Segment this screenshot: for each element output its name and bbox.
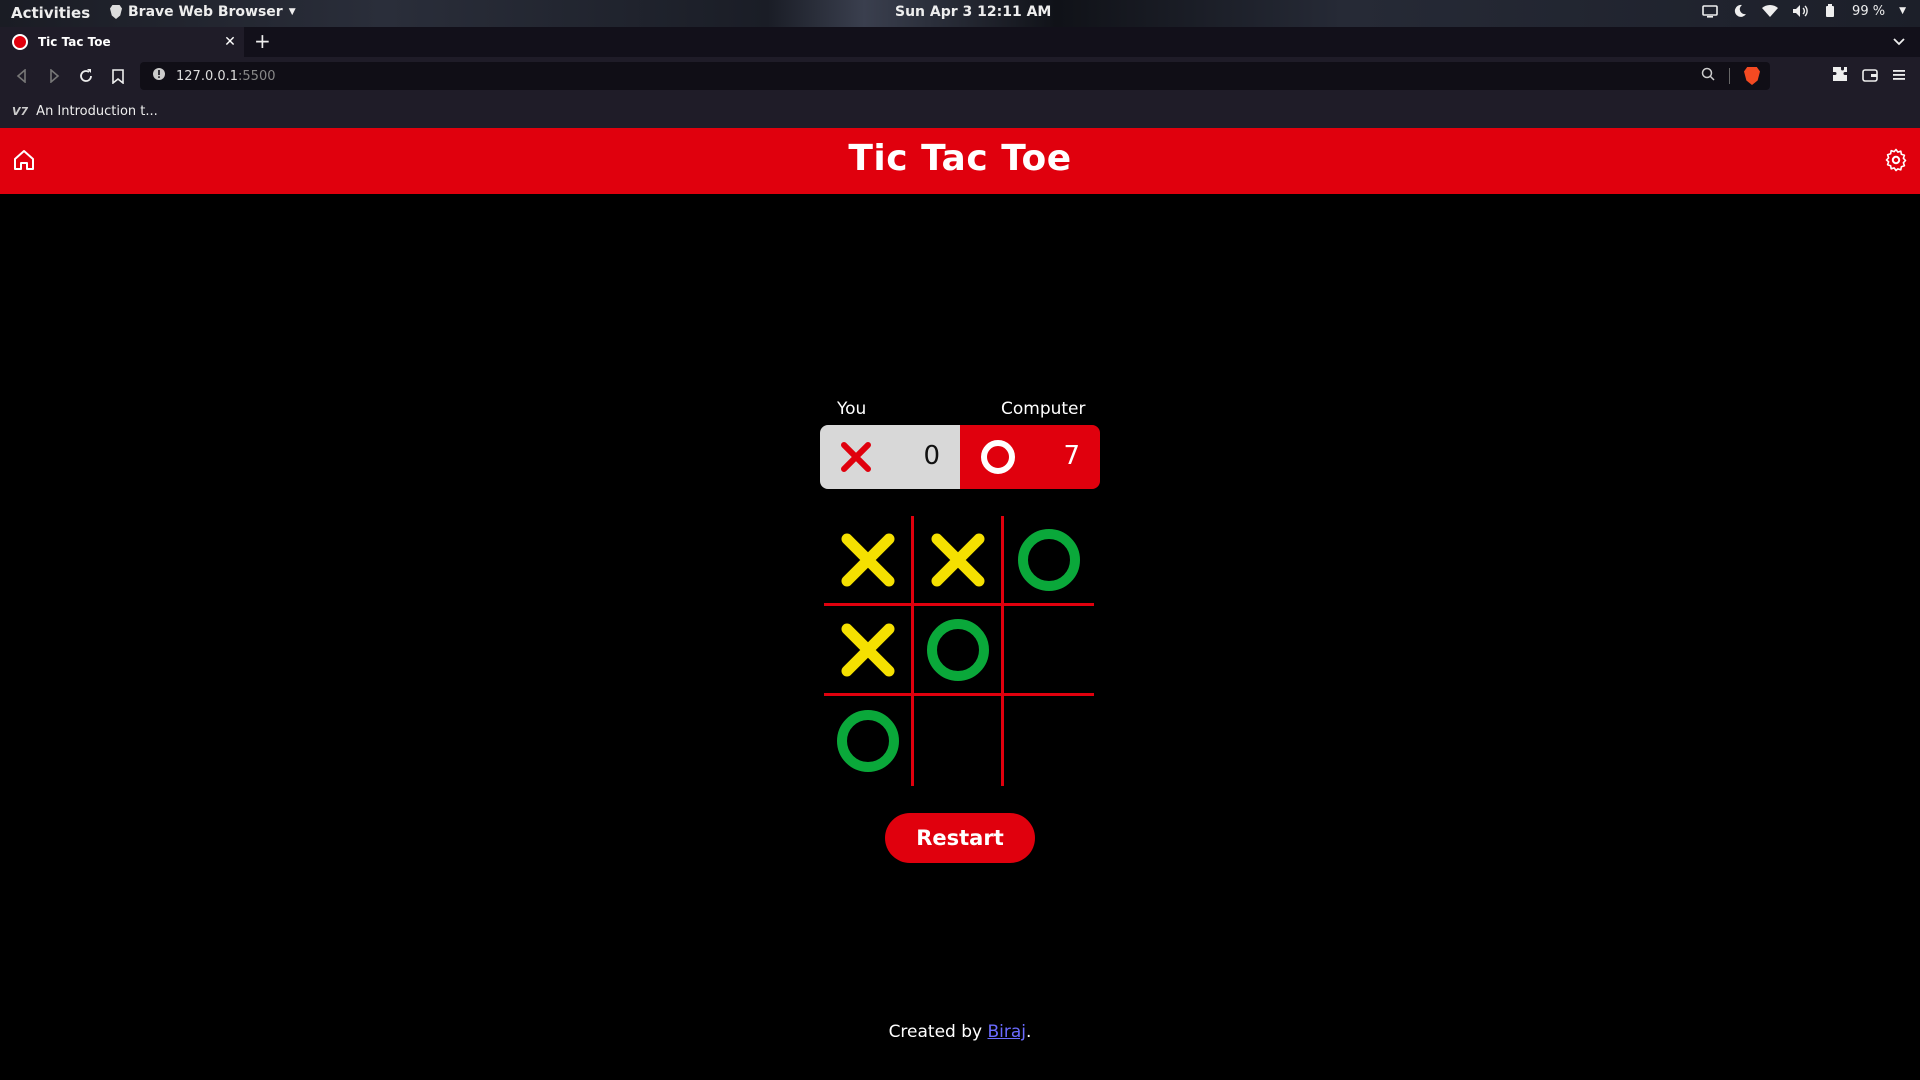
bookmark-item[interactable]: V7 An Introduction t...: [12, 104, 158, 119]
score-computer-panel: 7: [960, 425, 1100, 489]
page-content: Tic Tac Toe You Computer 0 7 Restart Cre: [0, 128, 1920, 1080]
chevron-down-icon: ▼: [288, 7, 296, 17]
footer: Created by Biraj.: [0, 1022, 1920, 1042]
board-cell[interactable]: [914, 516, 1004, 606]
bookmark-label: An Introduction t...: [36, 104, 158, 119]
system-top-bar: Activities Brave Web Browser ▼ Sun Apr 3…: [0, 0, 1920, 27]
board-cell[interactable]: [824, 606, 914, 696]
reload-icon[interactable]: [76, 66, 96, 86]
night-light-icon: [1732, 3, 1748, 19]
site-info-icon[interactable]: [152, 67, 166, 85]
board-cell[interactable]: [824, 696, 914, 786]
extensions-icon[interactable]: [1832, 66, 1848, 86]
x-mark-icon: [841, 533, 894, 586]
footer-prefix: Created by: [888, 1022, 988, 1042]
x-mark-icon: [931, 533, 984, 586]
author-link[interactable]: Biraj: [988, 1022, 1027, 1042]
label-computer: Computer: [1001, 399, 1086, 419]
address-bar[interactable]: 127.0.0.1:5500: [140, 62, 1770, 90]
url-text: 127.0.0.1:5500: [176, 68, 276, 84]
gear-icon[interactable]: [1884, 148, 1908, 172]
board-cell[interactable]: [1004, 696, 1094, 786]
favicon-icon: [12, 34, 28, 50]
x-mark-icon: [841, 623, 894, 676]
activities-button[interactable]: Activities: [11, 4, 90, 22]
board-cell[interactable]: [824, 516, 914, 606]
score-you: 0: [923, 441, 940, 471]
tab-tic-tac-toe[interactable]: Tic Tac Toe ✕: [0, 27, 244, 57]
app-menu-label: Brave Web Browser: [128, 4, 283, 20]
v7-favicon-icon: V7: [12, 105, 29, 118]
battery-icon: [1822, 3, 1838, 19]
o-mark-icon: [1018, 528, 1080, 591]
battery-percentage: 99 %: [1852, 3, 1886, 19]
app-menu[interactable]: Brave Web Browser ▼: [110, 4, 296, 20]
new-tab-button[interactable]: +: [254, 31, 271, 51]
browser-toolbar: 127.0.0.1:5500: [0, 57, 1920, 95]
o-icon: [980, 439, 1016, 479]
bookmark-icon[interactable]: [108, 66, 128, 86]
label-you: You: [837, 399, 867, 419]
o-mark-icon: [836, 710, 899, 772]
chevron-down-icon: ▼: [1899, 6, 1906, 16]
board-cell[interactable]: [914, 606, 1004, 696]
divider: [1729, 68, 1730, 84]
clock[interactable]: Sun Apr 3 12:11 AM: [895, 4, 1051, 20]
brave-shields-icon[interactable]: [1744, 67, 1760, 85]
app-header: Tic Tac Toe: [0, 128, 1920, 194]
wallet-icon[interactable]: [1862, 67, 1878, 86]
page-title: Tic Tac Toe: [848, 138, 1072, 179]
board-cell[interactable]: [914, 696, 1004, 786]
brave-icon: [110, 5, 122, 19]
o-mark-icon: [926, 618, 989, 681]
wifi-icon: [1762, 3, 1779, 19]
restart-button[interactable]: Restart: [885, 813, 1035, 863]
game-board: [824, 516, 1096, 786]
bookmarks-bar: V7 An Introduction t...: [0, 95, 1920, 128]
forward-icon[interactable]: [44, 66, 64, 86]
x-icon: [840, 441, 872, 477]
board-cell[interactable]: [1004, 606, 1094, 696]
score-computer: 7: [1063, 441, 1080, 471]
footer-suffix: .: [1026, 1022, 1032, 1042]
scoreboard: 0 7: [820, 425, 1100, 489]
menu-icon[interactable]: [1892, 67, 1906, 86]
zoom-icon[interactable]: [1701, 67, 1715, 85]
system-tray[interactable]: 99 % ▼: [1702, 3, 1906, 19]
screen-share-icon: [1702, 3, 1718, 19]
tab-title: Tic Tac Toe: [38, 35, 111, 49]
back-icon[interactable]: [12, 66, 32, 86]
tab-list-chevron-icon[interactable]: [1892, 33, 1906, 52]
volume-icon: [1792, 3, 1808, 19]
close-icon[interactable]: ✕: [220, 34, 240, 50]
tab-strip: Tic Tac Toe ✕ +: [0, 27, 1920, 57]
score-you-panel: 0: [820, 425, 960, 489]
board-cell[interactable]: [1004, 516, 1094, 606]
